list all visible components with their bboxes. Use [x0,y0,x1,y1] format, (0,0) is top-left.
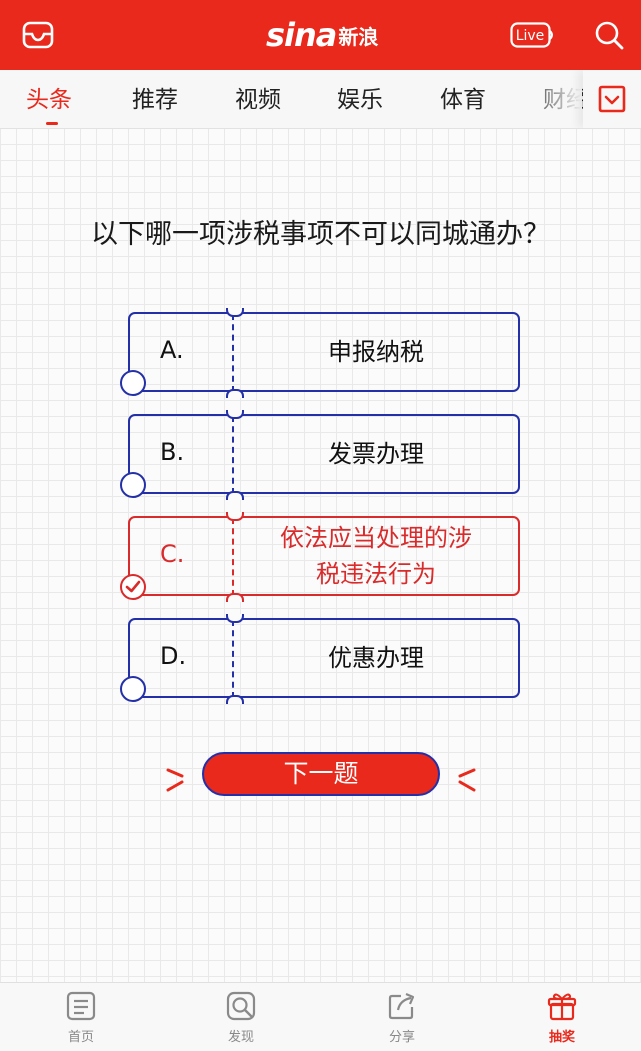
option-letter: A. [160,336,184,364]
option-text: 发票办理 [328,440,424,468]
channel-tabs: 头条 推荐 视频 娱乐 体育 财经 [0,70,641,129]
live-label: Live [516,28,545,44]
option-c[interactable]: C. 依法应当处理的涉税违法行为 [120,512,522,602]
tab-entertainment[interactable]: 娱乐 [337,80,383,114]
home-icon [66,991,96,1021]
next-question-button[interactable]: 下一题 [202,752,440,796]
active-tab-indicator [46,122,58,125]
logo-cn: 新浪 [338,24,379,49]
spark-left-icon [166,768,184,792]
nav-label: 发现 [227,1030,254,1045]
option-text: 申报纳税 [328,338,424,366]
option-letter: B. [160,438,185,466]
tab-toutiao[interactable]: 头条 [26,80,72,114]
live-icon[interactable]: Live [510,22,556,48]
option-text: 优惠办理 [328,644,424,672]
spark-right-icon [458,768,476,792]
discover-icon [226,991,256,1021]
channel-menu-button[interactable] [583,70,641,128]
nav-discover[interactable]: 发现 [201,983,281,1051]
gift-icon [547,993,577,1021]
top-header: sina 新浪 Live [0,0,641,70]
tab-video[interactable]: 视频 [235,80,281,114]
quiz-question: 以下哪一项涉税事项不可以同城通办？ [91,219,550,250]
nav-share[interactable]: 分享 [362,983,442,1051]
option-a[interactable]: A. 申报纳税 [120,308,522,398]
sina-logo[interactable]: sina 新浪 [266,12,378,58]
nav-lottery[interactable]: 抽奖 [522,983,602,1051]
logo-text: sina [266,16,337,54]
radio-circle-checked[interactable] [120,574,146,600]
nav-home[interactable]: 首页 [41,983,121,1051]
tabs-fade [520,70,582,128]
radio-circle[interactable] [120,472,146,498]
option-d[interactable]: D. 优惠办理 [120,614,522,704]
option-letter: C. [160,540,185,568]
nav-label: 首页 [67,1030,94,1045]
tab-recommend[interactable]: 推荐 [132,80,178,114]
channel-edit-icon [598,85,626,113]
radio-circle[interactable] [120,676,146,702]
search-icon[interactable] [594,20,624,50]
inbox-icon[interactable] [22,20,54,50]
option-text: 依法应当处理的涉税违法行为 [280,524,472,588]
option-letter: D. [160,642,187,670]
tab-sports[interactable]: 体育 [440,80,486,114]
radio-circle[interactable] [120,370,146,396]
check-icon [125,580,141,593]
bottom-nav: 首页 发现 分享 抽奖 [0,982,641,1051]
nav-label: 抽奖 [548,1030,575,1045]
option-b[interactable]: B. 发票办理 [120,410,522,500]
share-icon [388,992,415,1020]
nav-label: 分享 [388,1030,415,1045]
